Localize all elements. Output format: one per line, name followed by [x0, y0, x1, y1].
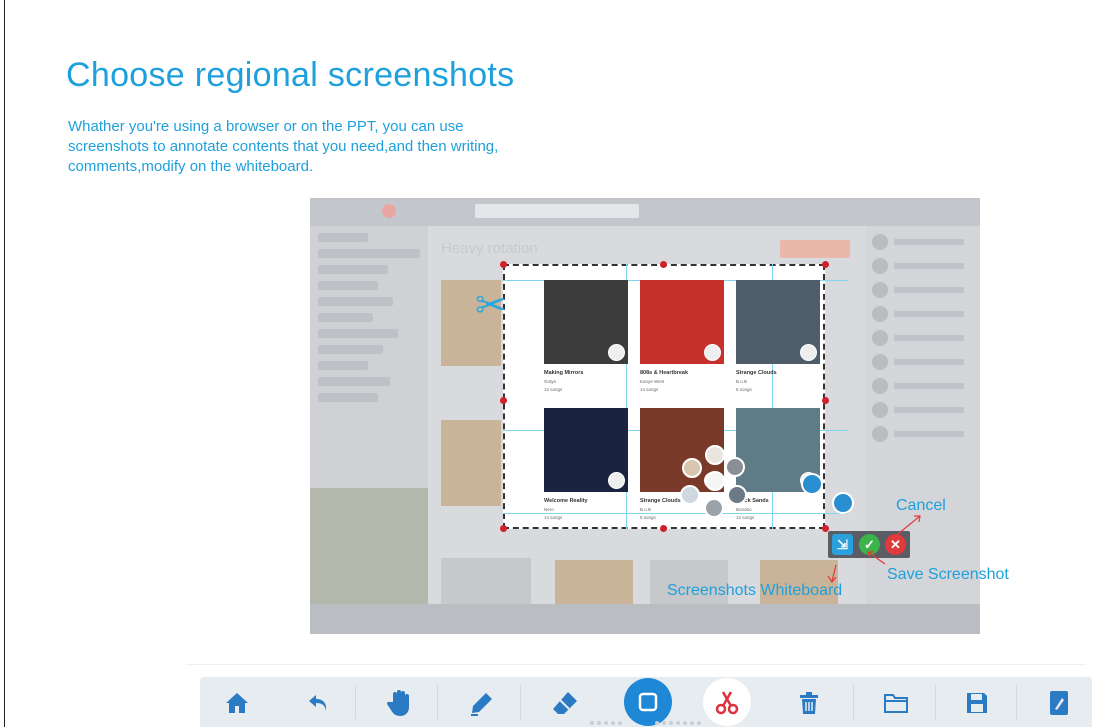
- avatar: [800, 344, 817, 361]
- description-line-3: comments,modify on the whiteboard.: [68, 158, 314, 175]
- album-artist: Kanye West: [640, 379, 665, 384]
- page-title: Choose regional screenshots: [66, 56, 515, 94]
- avatar: [704, 344, 721, 361]
- description-line-1: Whather you're using a browser or on the…: [68, 118, 464, 135]
- album-title: Making Mirrors: [544, 370, 584, 376]
- album-art: [736, 280, 820, 364]
- annotation-arrows: [827, 515, 921, 584]
- album-song-count: 14 songs: [640, 387, 659, 392]
- app-topbar: [310, 198, 980, 226]
- album-card[interactable]: Strange Clouds B.o.B 6 songs: [736, 280, 820, 392]
- left-border: [4, 0, 5, 727]
- save-icon[interactable]: [957, 685, 997, 721]
- folder-icon[interactable]: [876, 685, 916, 721]
- resize-handle-b[interactable]: [660, 525, 667, 532]
- note-icon[interactable]: [1039, 685, 1079, 721]
- app-logo-icon: [382, 204, 396, 218]
- shape-icon[interactable]: [624, 678, 672, 726]
- pen-icon[interactable]: [462, 685, 502, 721]
- avatar: [608, 344, 625, 361]
- album-song-count: 12 songs: [544, 387, 563, 392]
- eraser-icon[interactable]: [545, 685, 585, 721]
- refresh-icon: [801, 473, 823, 495]
- album-title: Strange Clouds: [736, 370, 777, 376]
- album-song-count: 14 songs: [544, 515, 563, 520]
- description-line-2: screenshots to annotate contents that yo…: [68, 138, 499, 155]
- app-search-bar: [475, 204, 639, 218]
- album-card[interactable]: Making Mirrors Gotye 12 songs: [544, 280, 628, 392]
- resize-handle-bl[interactable]: [500, 525, 507, 532]
- album-art: [544, 280, 628, 364]
- album-song-count: 6 songs: [736, 387, 752, 392]
- resize-handle-tl[interactable]: [500, 261, 507, 268]
- whiteboard-label: Screenshots Whiteboard: [667, 582, 843, 599]
- album-artist: Gotye: [544, 379, 557, 384]
- hand-icon[interactable]: [379, 685, 419, 721]
- bottom-toolbar: [200, 677, 1092, 727]
- scissors-icon: ✂: [475, 285, 507, 327]
- album-artist: Nero: [544, 507, 554, 512]
- resize-handle-tr[interactable]: [822, 261, 829, 268]
- album-art: [640, 280, 724, 364]
- avatar-cluster: [680, 445, 747, 518]
- album-card[interactable]: 808s & Heartbreak Kanye West 14 songs: [640, 280, 724, 392]
- resize-handle-r[interactable]: [822, 397, 829, 404]
- app-action-button: [780, 240, 850, 258]
- album-art: [544, 408, 628, 492]
- resize-handle-l[interactable]: [500, 397, 507, 404]
- trash-icon[interactable]: [789, 685, 829, 721]
- scissors-tool-icon[interactable]: [703, 678, 751, 726]
- avatar: [608, 472, 625, 489]
- album-artist: B.o.B: [736, 379, 748, 384]
- page-indicator: [590, 721, 720, 725]
- home-icon[interactable]: [217, 685, 257, 721]
- app-page-heading: Heavy rotation: [441, 240, 538, 257]
- page-description: Whather you're using a browser or on the…: [68, 117, 588, 177]
- undo-icon[interactable]: [299, 685, 339, 721]
- resize-handle-t[interactable]: [660, 261, 667, 268]
- app-player-bar: [310, 604, 980, 634]
- album-title: Welcome Reality: [544, 498, 588, 504]
- album-card[interactable]: Welcome Reality Nero 14 songs: [544, 408, 628, 520]
- album-title: 808s & Heartbreak: [640, 370, 689, 376]
